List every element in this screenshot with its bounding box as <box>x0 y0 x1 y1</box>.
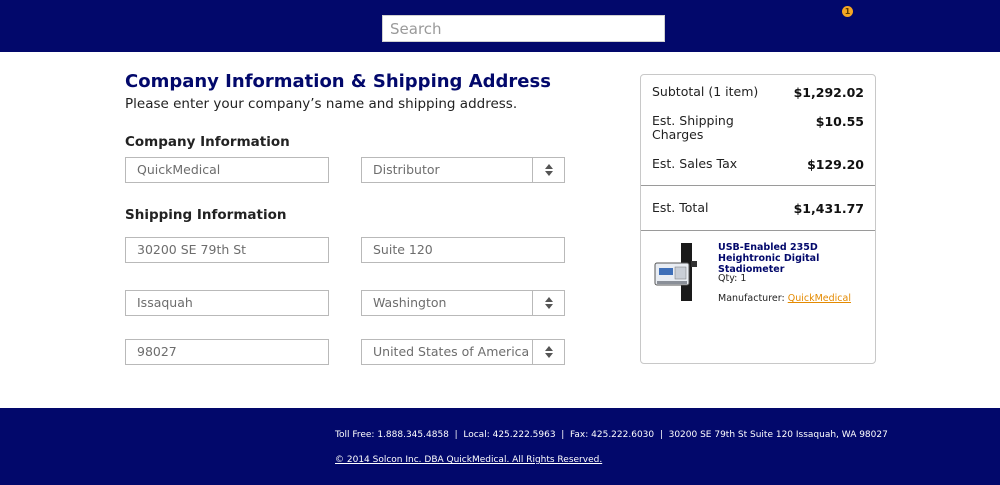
product-stadiometer-image[interactable] <box>653 241 707 303</box>
address-line2-field[interactable]: Suite 120 <box>361 237 565 263</box>
order-summary-card: Subtotal (1 item) $1,292.02 Est. Shippin… <box>640 74 876 364</box>
summary-divider <box>641 185 875 186</box>
top-navigation-bar: 1 <box>0 0 1000 52</box>
company-type-select[interactable]: Distributor <box>361 157 565 183</box>
shipping-value: $10.55 <box>815 114 864 129</box>
zip-field[interactable]: 98027 <box>125 339 329 365</box>
product-quantity: Qty: 1 <box>718 273 747 284</box>
subtotal-label: Subtotal (1 item) <box>652 84 759 99</box>
site-footer: Toll Free: 1.888.345.4858 | Local: 425.2… <box>0 408 1000 485</box>
subtotal-value: $1,292.02 <box>793 85 864 100</box>
country-value: United States of America <box>373 344 530 359</box>
search-input[interactable] <box>382 15 665 42</box>
state-select[interactable]: Washington <box>361 290 565 316</box>
page-title: Company Information & Shipping Address <box>125 71 551 92</box>
select-arrows-icon[interactable] <box>532 158 564 182</box>
shipping-label: Est. Shipping Charges <box>652 113 734 142</box>
company-section-heading: Company Information <box>125 134 290 150</box>
summary-divider <box>641 230 875 231</box>
footer-contact-info: Toll Free: 1.888.345.4858 | Local: 425.2… <box>335 430 888 440</box>
shipping-section-heading: Shipping Information <box>125 207 287 223</box>
tax-label: Est. Sales Tax <box>652 156 738 171</box>
total-label: Est. Total <box>652 200 709 215</box>
address-line1-field[interactable]: 30200 SE 79th St <box>125 237 329 263</box>
product-manufacturer: Manufacturer: QuickMedical <box>718 293 851 304</box>
country-select[interactable]: United States of America <box>361 339 565 365</box>
state-value: Washington <box>373 295 447 310</box>
tax-value: $129.20 <box>807 157 864 172</box>
city-field[interactable]: Issaquah <box>125 290 329 316</box>
select-arrows-icon[interactable] <box>532 291 564 315</box>
company-type-value: Distributor <box>373 162 440 177</box>
manufacturer-label: Manufacturer: <box>718 293 785 304</box>
cart-count-badge[interactable]: 1 <box>842 6 853 17</box>
product-title[interactable]: USB-Enabled 235D Heightronic Digital Sta… <box>718 242 868 275</box>
company-name-field[interactable]: QuickMedical <box>125 157 329 183</box>
total-value: $1,431.77 <box>793 201 864 216</box>
select-arrows-icon[interactable] <box>532 340 564 364</box>
footer-copyright-link[interactable]: © 2014 Solcon Inc. DBA QuickMedical. All… <box>335 455 602 465</box>
manufacturer-link[interactable]: QuickMedical <box>788 293 851 304</box>
page-subtitle: Please enter your company’s name and shi… <box>125 96 518 112</box>
